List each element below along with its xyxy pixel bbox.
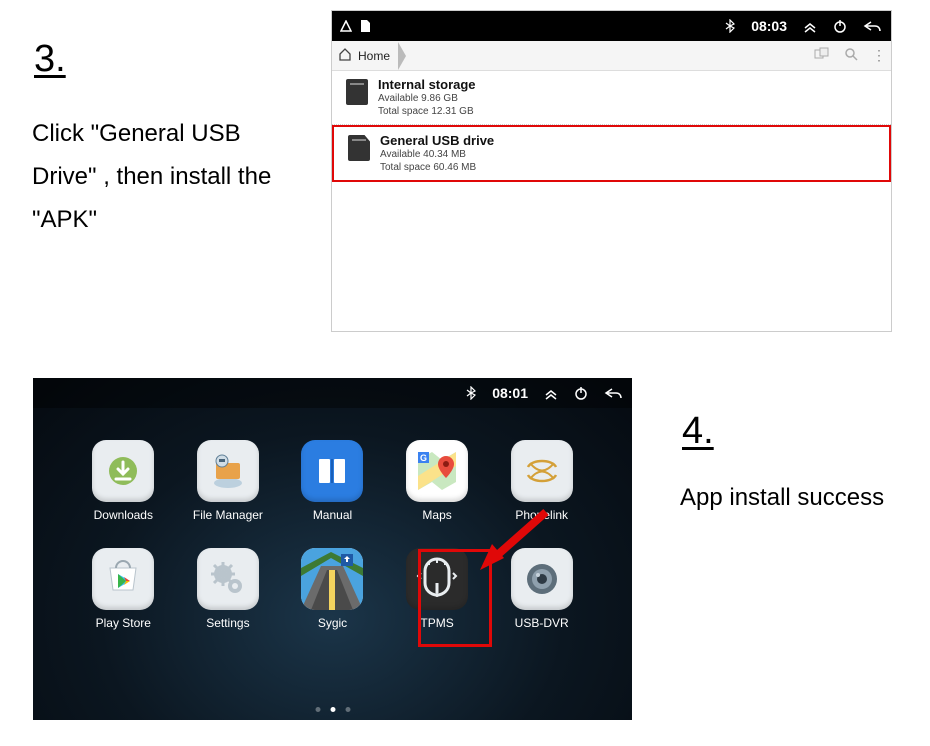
app-label: Downloads: [94, 508, 153, 522]
notification-icon: [340, 20, 352, 32]
app-label: Manual: [313, 508, 352, 522]
downloads-icon: [92, 440, 154, 502]
storage-usb-icon: [348, 135, 370, 161]
app-downloads[interactable]: Downloads: [71, 440, 176, 522]
app-play-store[interactable]: Play Store: [71, 548, 176, 630]
home-icon: [338, 47, 352, 64]
breadcrumb-home[interactable]: Home: [338, 47, 406, 64]
status-time: 08:03: [751, 18, 787, 34]
status-bar: 08:01: [33, 378, 632, 408]
page-indicator: [315, 707, 350, 712]
page-dot: [345, 707, 350, 712]
file-manager-icon: [197, 440, 259, 502]
power-icon[interactable]: [833, 19, 847, 33]
app-label: Maps: [422, 508, 451, 522]
phonelink-icon: [511, 440, 573, 502]
sd-card-icon: [360, 20, 370, 32]
settings-icon: [197, 548, 259, 610]
back-nav-icon[interactable]: [604, 387, 624, 399]
file-manager-screenshot: 08:03 Home ⋮: [331, 10, 892, 332]
storage-list: Internal storage Available 9.86 GB Total…: [332, 71, 891, 182]
storage-usb[interactable]: General USB drive Available 40.34 MB Tot…: [332, 125, 891, 182]
svg-text:G: G: [420, 453, 427, 463]
sygic-icon: [301, 548, 363, 610]
breadcrumb-bar: Home ⋮: [332, 41, 891, 71]
app-label: File Manager: [193, 508, 263, 522]
storage-internal-available: Available 9.86 GB: [378, 92, 476, 105]
overflow-menu-icon[interactable]: ⋮: [872, 47, 885, 64]
breadcrumb-home-label: Home: [358, 49, 390, 63]
collapse-icon[interactable]: [803, 19, 817, 33]
manual-icon: [301, 440, 363, 502]
storage-internal[interactable]: Internal storage Available 9.86 GB Total…: [332, 71, 891, 125]
app-label: Sygic: [318, 616, 347, 630]
app-manual[interactable]: Manual: [280, 440, 385, 522]
storage-internal-total: Total space 12.31 GB: [378, 105, 476, 118]
app-maps[interactable]: G Maps: [385, 440, 490, 522]
play-store-icon: [92, 548, 154, 610]
paste-icon[interactable]: [814, 47, 830, 64]
app-settings[interactable]: Settings: [176, 548, 281, 630]
app-label: Settings: [206, 616, 249, 630]
app-sygic[interactable]: Sygic: [280, 548, 385, 630]
app-file-manager[interactable]: File Manager: [176, 440, 281, 522]
back-nav-icon[interactable]: [863, 20, 883, 32]
search-icon[interactable]: [844, 47, 858, 64]
page-dot: [315, 707, 320, 712]
storage-usb-available: Available 40.34 MB: [380, 148, 494, 161]
storage-internal-title: Internal storage: [378, 77, 476, 92]
power-icon[interactable]: [574, 386, 588, 400]
red-arrow-annotation: [476, 504, 556, 574]
bluetooth-icon: [725, 19, 735, 33]
status-time: 08:01: [492, 385, 528, 401]
launcher-screenshot: 08:01 Downloads File Manager: [33, 378, 632, 720]
step4-instruction: App install success: [680, 476, 884, 519]
collapse-icon[interactable]: [544, 386, 558, 400]
storage-usb-title: General USB drive: [380, 133, 494, 148]
app-label: Play Store: [96, 616, 151, 630]
status-bar: 08:03: [332, 11, 891, 41]
maps-icon: G: [406, 440, 468, 502]
step3-instruction: Click "General USB Drive" , then install…: [32, 112, 292, 242]
bluetooth-icon: [466, 386, 476, 400]
app-label: USB-DVR: [515, 616, 569, 630]
storage-internal-icon: [346, 79, 368, 105]
storage-usb-total: Total space 60.46 MB: [380, 161, 494, 174]
step4-number: 4.: [682, 410, 714, 453]
page-dot-active: [330, 707, 335, 712]
step3-number: 3.: [34, 38, 66, 81]
